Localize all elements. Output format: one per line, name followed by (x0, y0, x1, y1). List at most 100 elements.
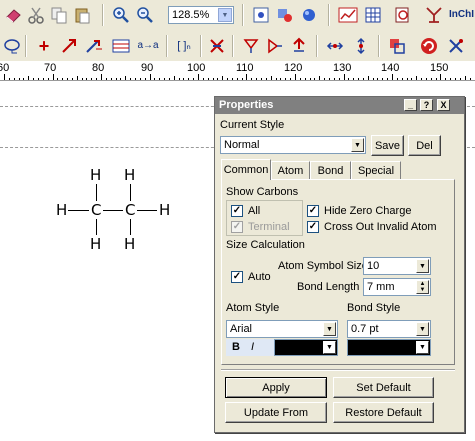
chevron-down-icon[interactable]: ▼ (323, 322, 336, 336)
tools-icon[interactable] (445, 35, 467, 57)
ruler-tick (19, 78, 20, 80)
atom-h[interactable]: H (90, 168, 101, 183)
wedge-arrow-icon[interactable] (83, 35, 105, 57)
refresh-icon[interactable] (418, 35, 440, 57)
bracket-n-icon[interactable]: [ ]ₙ (172, 35, 196, 57)
close-button[interactable]: X (437, 99, 450, 111)
atom-h[interactable]: H (124, 237, 135, 252)
ruler-tick (96, 78, 97, 80)
delete-bond-icon[interactable] (206, 35, 228, 57)
atom-font-select[interactable]: Arial ▼ (226, 320, 338, 338)
cut-icon[interactable] (25, 4, 47, 26)
ruler-tick (411, 78, 412, 80)
hide-zero-charge-checkbox[interactable]: ✓ (307, 205, 319, 217)
tab-bond[interactable]: Bond (310, 161, 351, 179)
bold-toggle[interactable]: B (232, 341, 240, 353)
update-from-button[interactable]: Update From (225, 402, 327, 423)
save-button[interactable]: Save (371, 135, 404, 156)
name-to-structure-icon[interactable] (423, 4, 445, 26)
chevron-down-icon[interactable]: ▼ (323, 341, 336, 354)
atom-style-label: Atom Style (226, 302, 280, 314)
chart-icon[interactable] (337, 4, 359, 26)
ruler-label: 70 (44, 62, 57, 74)
ruler-tick (377, 78, 378, 80)
lasso-icon[interactable] (2, 35, 24, 57)
atom-h[interactable]: H (124, 168, 135, 183)
rotate-icon[interactable] (288, 35, 310, 57)
copy-icon[interactable] (48, 4, 70, 26)
chevron-down-icon[interactable]: ▼ (351, 138, 364, 152)
ruler-tick (387, 78, 388, 80)
atom-mapping-icon[interactable]: a→a (135, 35, 161, 57)
paste-icon[interactable] (71, 4, 93, 26)
atom-c[interactable]: C (91, 203, 101, 218)
ruler-tick (159, 78, 160, 80)
structure-check-icon[interactable] (392, 4, 414, 26)
inchi-button[interactable]: InChI (449, 9, 474, 20)
minimize-button[interactable]: _ (404, 99, 417, 111)
all-checkbox[interactable]: ✓ (231, 205, 243, 217)
shapes-icon[interactable] (274, 4, 296, 26)
ruler-label: 110 (236, 62, 254, 74)
atom-color-select[interactable]: ▼ (274, 339, 338, 356)
bond[interactable] (96, 219, 97, 235)
set-default-button[interactable]: Set Default (333, 377, 434, 398)
tab-atom[interactable]: Atom (271, 161, 310, 179)
atom-h[interactable]: H (159, 203, 170, 218)
del-button[interactable]: Del (408, 135, 441, 156)
ruler-tick (450, 78, 451, 80)
flip-vertical-icon[interactable] (240, 35, 262, 57)
flip-horizontal-icon[interactable] (264, 35, 286, 57)
properties-titlebar[interactable]: Properties _ ? X (215, 97, 464, 114)
bond[interactable] (103, 210, 123, 211)
bond-width-select[interactable]: 0.7 pt ▼ (347, 320, 431, 338)
bond[interactable] (68, 210, 89, 211)
arrow-icon[interactable] (58, 35, 80, 57)
chevron-down-icon[interactable]: ▼ (218, 8, 232, 22)
move-vertical-icon[interactable] (350, 35, 372, 57)
zoom-in-icon[interactable] (110, 4, 132, 26)
atom-c[interactable]: C (125, 203, 135, 218)
chevron-down-icon[interactable]: ▼ (416, 341, 429, 354)
plus-icon[interactable]: + (33, 35, 55, 57)
zoom-select[interactable]: 128.5% ▼ (168, 6, 234, 24)
ruler-tick (305, 78, 306, 80)
bond-color-select[interactable]: ▼ (347, 339, 431, 356)
eraser-icon[interactable] (2, 4, 24, 26)
tab-common[interactable]: Common (221, 159, 271, 180)
ruler-tick (276, 78, 277, 80)
ruler-tick (179, 78, 180, 80)
auto-label: Auto (248, 271, 271, 283)
bracket-table-icon[interactable] (110, 35, 132, 57)
atom-h[interactable]: H (56, 203, 67, 218)
bond[interactable] (137, 210, 157, 211)
properties-window[interactable]: Properties _ ? X Current Style Normal ▼ … (214, 96, 465, 433)
chevron-down-icon[interactable]: ▼ (416, 322, 429, 336)
bond-length-stepper[interactable]: 7 mm ▲ ▼ (363, 278, 431, 296)
restore-default-button[interactable]: Restore Default (333, 402, 434, 423)
grid-icon[interactable] (362, 4, 384, 26)
auto-checkbox[interactable]: ✓ (231, 271, 243, 283)
apply-button[interactable]: Apply (225, 377, 327, 398)
template-icon[interactable] (250, 4, 272, 26)
atom-symbol-size-select[interactable]: 10 ▼ (363, 257, 431, 275)
group-icon[interactable] (386, 35, 408, 57)
hide-zero-charge-label: Hide Zero Charge (324, 205, 412, 217)
atom-h[interactable]: H (90, 237, 101, 252)
bond-width-value: 0.7 pt (351, 323, 379, 335)
tab-special[interactable]: Special (351, 161, 401, 179)
cross-out-invalid-checkbox[interactable]: ✓ (307, 221, 319, 233)
help-button[interactable]: ? (420, 99, 433, 111)
chevron-down-icon[interactable]: ▼ (416, 259, 429, 273)
ball-icon[interactable] (298, 4, 320, 26)
bond[interactable] (130, 219, 131, 235)
stepper-arrows-icon[interactable]: ▲ ▼ (416, 280, 429, 294)
ruler-label: 80 (92, 62, 105, 74)
zoom-out-icon[interactable] (134, 4, 156, 26)
move-horizontal-icon[interactable] (324, 35, 346, 57)
bond[interactable] (96, 184, 97, 201)
ruler-tick (368, 76, 369, 80)
current-style-select[interactable]: Normal ▼ (220, 136, 366, 154)
bond[interactable] (130, 184, 131, 201)
italic-toggle[interactable]: I (251, 341, 254, 353)
